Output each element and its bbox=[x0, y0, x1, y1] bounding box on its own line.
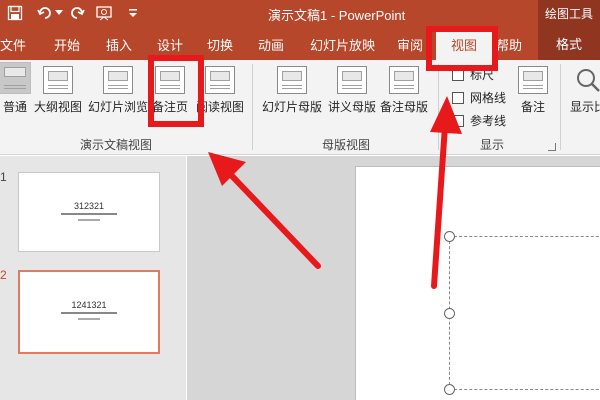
slide-thumbnail-subtitle-line bbox=[20, 312, 158, 314]
tab-home[interactable]: 开始 bbox=[54, 35, 80, 54]
slide-master-icon bbox=[277, 66, 307, 94]
presentation-views-group-label: 演示文稿视图 bbox=[80, 138, 153, 152]
outline-view-icon bbox=[43, 66, 73, 94]
notes-toggle-label: 备注 bbox=[520, 100, 545, 114]
notes-toggle-button[interactable]: 备注 bbox=[518, 66, 548, 115]
tab-review[interactable]: 审阅 bbox=[397, 35, 423, 54]
customize-toolbar-icon[interactable] bbox=[122, 3, 144, 23]
view-tab-highlight-box bbox=[426, 26, 498, 71]
handout-master-label: 讲义母版 bbox=[328, 100, 377, 114]
gridlines-checkbox[interactable]: 网格线 bbox=[452, 89, 506, 106]
magnifier-icon bbox=[574, 66, 600, 94]
tab-file[interactable]: 文件 bbox=[0, 35, 26, 54]
slide-thumbnail-title: 1241321 bbox=[71, 300, 107, 310]
ribbon-tab-bar: 文件 开始 插入 设计 切换 动画 幻灯片放映 审阅 视图 帮助 格式 bbox=[0, 26, 600, 60]
resize-handle[interactable] bbox=[444, 308, 455, 319]
redo-icon[interactable] bbox=[66, 3, 88, 23]
slide-thumbnail-caption-line bbox=[19, 219, 159, 221]
text-placeholder[interactable] bbox=[449, 236, 600, 390]
notes-master-label: 备注母版 bbox=[380, 100, 429, 114]
outline-view-label: 大纲视图 bbox=[34, 100, 83, 114]
resize-handle[interactable] bbox=[444, 384, 455, 395]
tab-transitions[interactable]: 切换 bbox=[207, 35, 233, 54]
zoom-button[interactable]: 显示比 bbox=[570, 66, 600, 115]
guides-label: 参考线 bbox=[470, 114, 507, 128]
gridlines-checkbox-box[interactable] bbox=[452, 91, 464, 104]
master-views-group-label: 母版视图 bbox=[322, 138, 371, 152]
undo-icon[interactable] bbox=[34, 3, 56, 23]
slides-panel: 1 312321 2 1241321 bbox=[0, 156, 186, 400]
contextual-tools-label: 绘图工具 bbox=[538, 0, 600, 26]
show-group-label: 显示 bbox=[480, 138, 505, 152]
window-title: 演示文稿1 - PowerPoint bbox=[268, 8, 406, 23]
zoom-label: 显示比 bbox=[570, 100, 600, 114]
notes-page-highlight-box bbox=[148, 55, 204, 127]
slide-thumbnail-subtitle-line bbox=[19, 213, 159, 215]
show-dialog-launcher-icon[interactable] bbox=[548, 143, 556, 151]
group-divider bbox=[252, 64, 253, 150]
handout-master-icon bbox=[337, 66, 367, 94]
undo-dropdown-icon[interactable] bbox=[54, 3, 64, 23]
reading-view-icon bbox=[205, 66, 235, 94]
title-bar: 演示文稿1 - PowerPoint 绘图工具 bbox=[0, 0, 600, 26]
slide-thumbnail-selected[interactable]: 1241321 bbox=[18, 270, 160, 354]
ribbon-view: 普通 大纲视图 幻灯片浏览 备注页 阅读视图 演示文稿视图 幻灯片母版 讲义母版… bbox=[0, 60, 600, 155]
tab-design[interactable]: 设计 bbox=[157, 35, 183, 54]
slide-master-label: 幻灯片母版 bbox=[262, 100, 323, 114]
slide-sorter-label: 幻灯片浏览 bbox=[88, 100, 149, 114]
save-icon[interactable] bbox=[4, 3, 26, 23]
slide-sorter-button[interactable]: 幻灯片浏览 bbox=[88, 66, 148, 115]
resize-handle[interactable] bbox=[444, 231, 455, 242]
slideshow-start-icon[interactable] bbox=[94, 3, 116, 23]
tab-insert[interactable]: 插入 bbox=[106, 35, 132, 54]
normal-view-label: 普通 bbox=[2, 100, 27, 114]
group-divider bbox=[560, 64, 561, 150]
slide-thumbnail[interactable]: 312321 bbox=[18, 172, 160, 252]
gridlines-label: 网格线 bbox=[470, 91, 507, 105]
notes-master-icon bbox=[389, 66, 419, 94]
slide-thumbnail-title: 312321 bbox=[73, 201, 105, 211]
guides-checkbox[interactable]: 参考线 bbox=[452, 112, 506, 129]
notes-master-button[interactable]: 备注母版 bbox=[380, 66, 428, 115]
outline-view-button[interactable]: 大纲视图 bbox=[34, 66, 82, 115]
slide-thumbnail-caption-line bbox=[20, 318, 158, 320]
slide-number: 1 bbox=[0, 170, 7, 184]
slide-editor bbox=[187, 156, 600, 400]
slide-number: 2 bbox=[0, 268, 7, 282]
guides-checkbox-box[interactable] bbox=[452, 114, 464, 127]
tab-format[interactable]: 格式 bbox=[538, 26, 600, 60]
normal-view-button[interactable]: 普通 bbox=[0, 62, 31, 115]
slide-sorter-icon bbox=[103, 66, 133, 94]
handout-master-button[interactable]: 讲义母版 bbox=[328, 66, 376, 115]
notes-toggle-icon bbox=[518, 66, 548, 94]
tab-help[interactable]: 帮助 bbox=[496, 35, 522, 54]
tab-animations[interactable]: 动画 bbox=[258, 35, 284, 54]
slide-master-button[interactable]: 幻灯片母版 bbox=[262, 66, 322, 115]
normal-view-icon bbox=[0, 62, 31, 94]
tab-slideshow[interactable]: 幻灯片放映 bbox=[310, 35, 375, 54]
group-divider bbox=[438, 64, 439, 150]
